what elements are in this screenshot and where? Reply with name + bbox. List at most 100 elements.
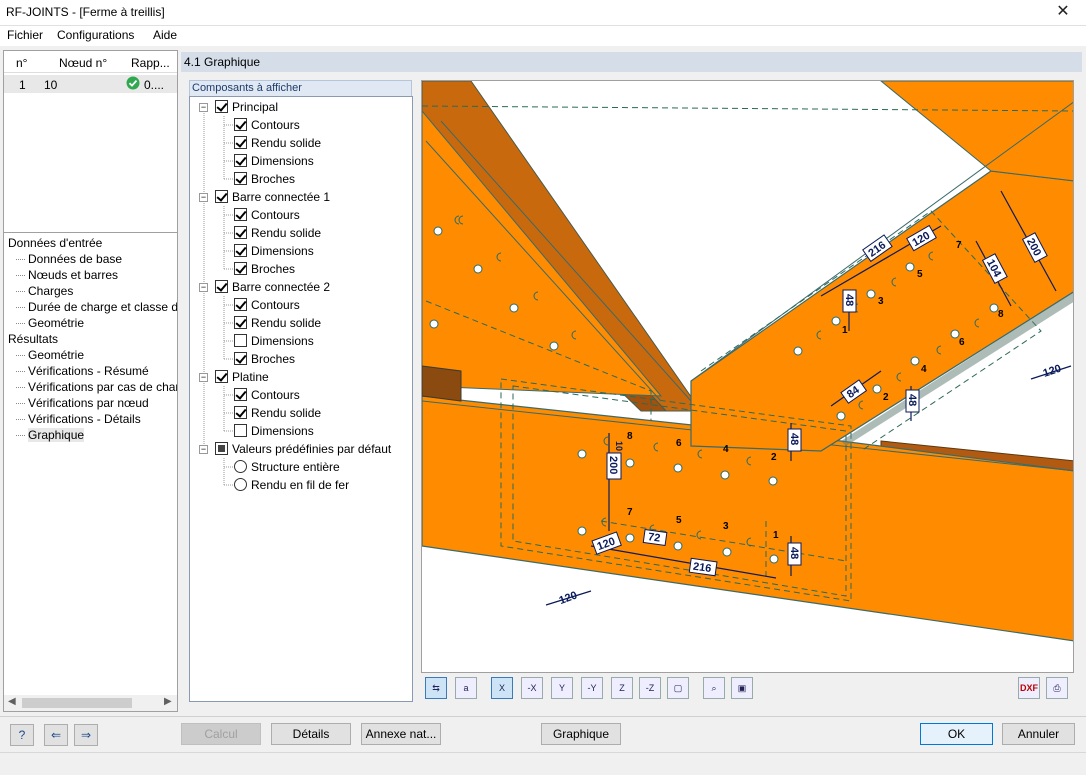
view-a-icon[interactable]: a (455, 677, 477, 699)
nav-item-duree-de-charge[interactable]: Durée de charge et classe de s (4, 299, 177, 315)
checkbox[interactable] (234, 316, 247, 329)
checkbox[interactable] (215, 190, 228, 203)
radio[interactable] (234, 478, 247, 491)
annexe-button[interactable]: Annexe nat... (361, 723, 441, 745)
checkbox[interactable] (234, 226, 247, 239)
collapse-icon[interactable]: − (199, 283, 208, 292)
tree-item-bc2-contours[interactable]: Contours (190, 296, 410, 314)
axis-z-icon[interactable]: Z (611, 677, 633, 699)
nav-input-title[interactable]: Données d'entrée (4, 235, 177, 251)
scroll-left-icon[interactable]: ◀ (8, 696, 16, 707)
checkbox[interactable] (234, 388, 247, 401)
menu-fichier[interactable]: Fichier (7, 28, 43, 42)
print-icon[interactable]: ⎙ (1046, 677, 1068, 699)
tree-node-defaults[interactable]: − Valeurs prédéfinies par défaut (190, 440, 410, 458)
dim-48-upper-a: 48 (843, 294, 855, 306)
tree-item-bc2-dimensions[interactable]: Dimensions (190, 332, 410, 350)
nav-item-donnees-de-base[interactable]: Données de base (4, 251, 177, 267)
collapse-icon[interactable]: − (199, 373, 208, 382)
checkbox[interactable] (234, 298, 247, 311)
table-row[interactable]: 1 10 0.... (4, 75, 177, 93)
checkbox[interactable] (234, 424, 247, 437)
tree-item-bc1-dimensions[interactable]: Dimensions (190, 242, 410, 260)
menu-aide[interactable]: Aide (153, 28, 177, 42)
checkbox[interactable] (234, 136, 247, 149)
nav-item-geometrie-results[interactable]: Geométrie (4, 347, 177, 363)
ok-button[interactable]: OK (920, 723, 993, 745)
graphique-button[interactable]: Graphique (541, 723, 621, 745)
radio-fil-de-fer[interactable]: Rendu en fil de fer (190, 476, 410, 494)
tree-item-principal-rendu[interactable]: Rendu solide (190, 134, 410, 152)
col-node[interactable]: Nœud n° (59, 56, 107, 70)
dxf-export-icon[interactable]: DXF (1018, 677, 1040, 699)
col-n[interactable]: n° (16, 56, 27, 70)
help-icon[interactable]: ? (10, 724, 34, 746)
checkbox[interactable] (215, 442, 228, 455)
tree-item-bc1-contours[interactable]: Contours (190, 206, 410, 224)
tree-item-bc1-broches[interactable]: Broches (190, 260, 410, 278)
checkbox[interactable] (234, 172, 247, 185)
horizontal-scrollbar[interactable]: ◀ ▶ (4, 695, 177, 711)
import-icon[interactable]: ⇐ (44, 724, 68, 746)
checkbox[interactable] (234, 118, 247, 131)
axis-neg-z-icon[interactable]: -Z (639, 677, 661, 699)
nav-item-verif-resume[interactable]: Vérifications - Résumé (4, 363, 177, 379)
checkbox[interactable] (215, 280, 228, 293)
nav-item-verif-noeud[interactable]: Vérifications par nœud (4, 395, 177, 411)
tree-item-platine-rendu[interactable]: Rendu solide (190, 404, 410, 422)
zoom-icon[interactable]: ⌕ (703, 677, 725, 699)
scroll-right-icon[interactable]: ▶ (164, 696, 172, 707)
annuler-button[interactable]: Annuler (1002, 723, 1075, 745)
calcul-button[interactable]: Calcul (181, 723, 261, 745)
tree-node-barre-2[interactable]: − Barre connectée 2 (190, 278, 410, 296)
collapse-icon[interactable]: − (199, 103, 208, 112)
tree-item-principal-broches[interactable]: Broches (190, 170, 410, 188)
tree-item-principal-dimensions[interactable]: Dimensions (190, 152, 410, 170)
tree-item-bc1-rendu[interactable]: Rendu solide (190, 224, 410, 242)
nav-item-verif-details[interactable]: Vérifications - Détails (4, 411, 177, 427)
checkbox[interactable] (234, 406, 247, 419)
tree-node-platine[interactable]: − Platine (190, 368, 410, 386)
col-ratio[interactable]: Rapp... (131, 56, 170, 70)
tree-item-bc2-broches[interactable]: Broches (190, 350, 410, 368)
tree-node-barre-1[interactable]: − Barre connectée 1 (190, 188, 410, 206)
axis-neg-x-icon[interactable]: -X (521, 677, 543, 699)
tree-item-principal-contours[interactable]: Contours (190, 116, 410, 134)
details-button[interactable]: Détails (271, 723, 351, 745)
axis-y-icon[interactable]: Y (551, 677, 573, 699)
menu-configurations[interactable]: Configurations (57, 28, 134, 42)
joint-rendering[interactable]: 8 6 4 2 7 5 3 1 7 5 3 1 8 6 4 2 216 120 … (422, 81, 1074, 673)
axis-neg-y-icon[interactable]: -Y (581, 677, 603, 699)
tree-label: Barre connectée 2 (232, 280, 331, 294)
layers-icon[interactable]: ▣ (731, 677, 753, 699)
axis-x-icon[interactable]: X (491, 677, 513, 699)
nav-results-title[interactable]: Résultats (4, 331, 177, 347)
view-x-icon[interactable]: ⇆ (425, 677, 447, 699)
collapse-icon[interactable]: − (199, 193, 208, 202)
nav-item-geometrie-input[interactable]: Geométrie (4, 315, 177, 331)
graphic-view[interactable]: 8 6 4 2 7 5 3 1 7 5 3 1 8 6 4 2 216 120 … (421, 80, 1074, 673)
checkbox[interactable] (215, 100, 228, 113)
checkbox[interactable] (234, 208, 247, 221)
nav-item-graphique[interactable]: Graphique (4, 427, 177, 443)
checkbox[interactable] (234, 244, 247, 257)
tree-item-platine-contours[interactable]: Contours (190, 386, 410, 404)
radio-structure-entiere[interactable]: Structure entière (190, 458, 410, 476)
export-icon[interactable]: ⇒ (74, 724, 98, 746)
checkbox[interactable] (234, 154, 247, 167)
radio[interactable] (234, 460, 247, 473)
checkbox[interactable] (234, 262, 247, 275)
nav-item-verif-cas-charge[interactable]: Vérifications par cas de charge (4, 379, 177, 395)
checkbox[interactable] (215, 370, 228, 383)
close-icon[interactable]: ✕ (1040, 0, 1086, 26)
iso-view-icon[interactable]: ▢ (667, 677, 689, 699)
checkbox[interactable] (234, 334, 247, 347)
scroll-thumb[interactable] (22, 698, 132, 708)
tree-item-bc2-rendu[interactable]: Rendu solide (190, 314, 410, 332)
tree-item-platine-dimensions[interactable]: Dimensions (190, 422, 410, 440)
nav-item-charges[interactable]: Charges (4, 283, 177, 299)
checkbox[interactable] (234, 352, 247, 365)
nav-item-noeuds-et-barres[interactable]: Nœuds et barres (4, 267, 177, 283)
collapse-icon[interactable]: − (199, 445, 208, 454)
tree-node-principal[interactable]: − Principal (190, 98, 410, 116)
